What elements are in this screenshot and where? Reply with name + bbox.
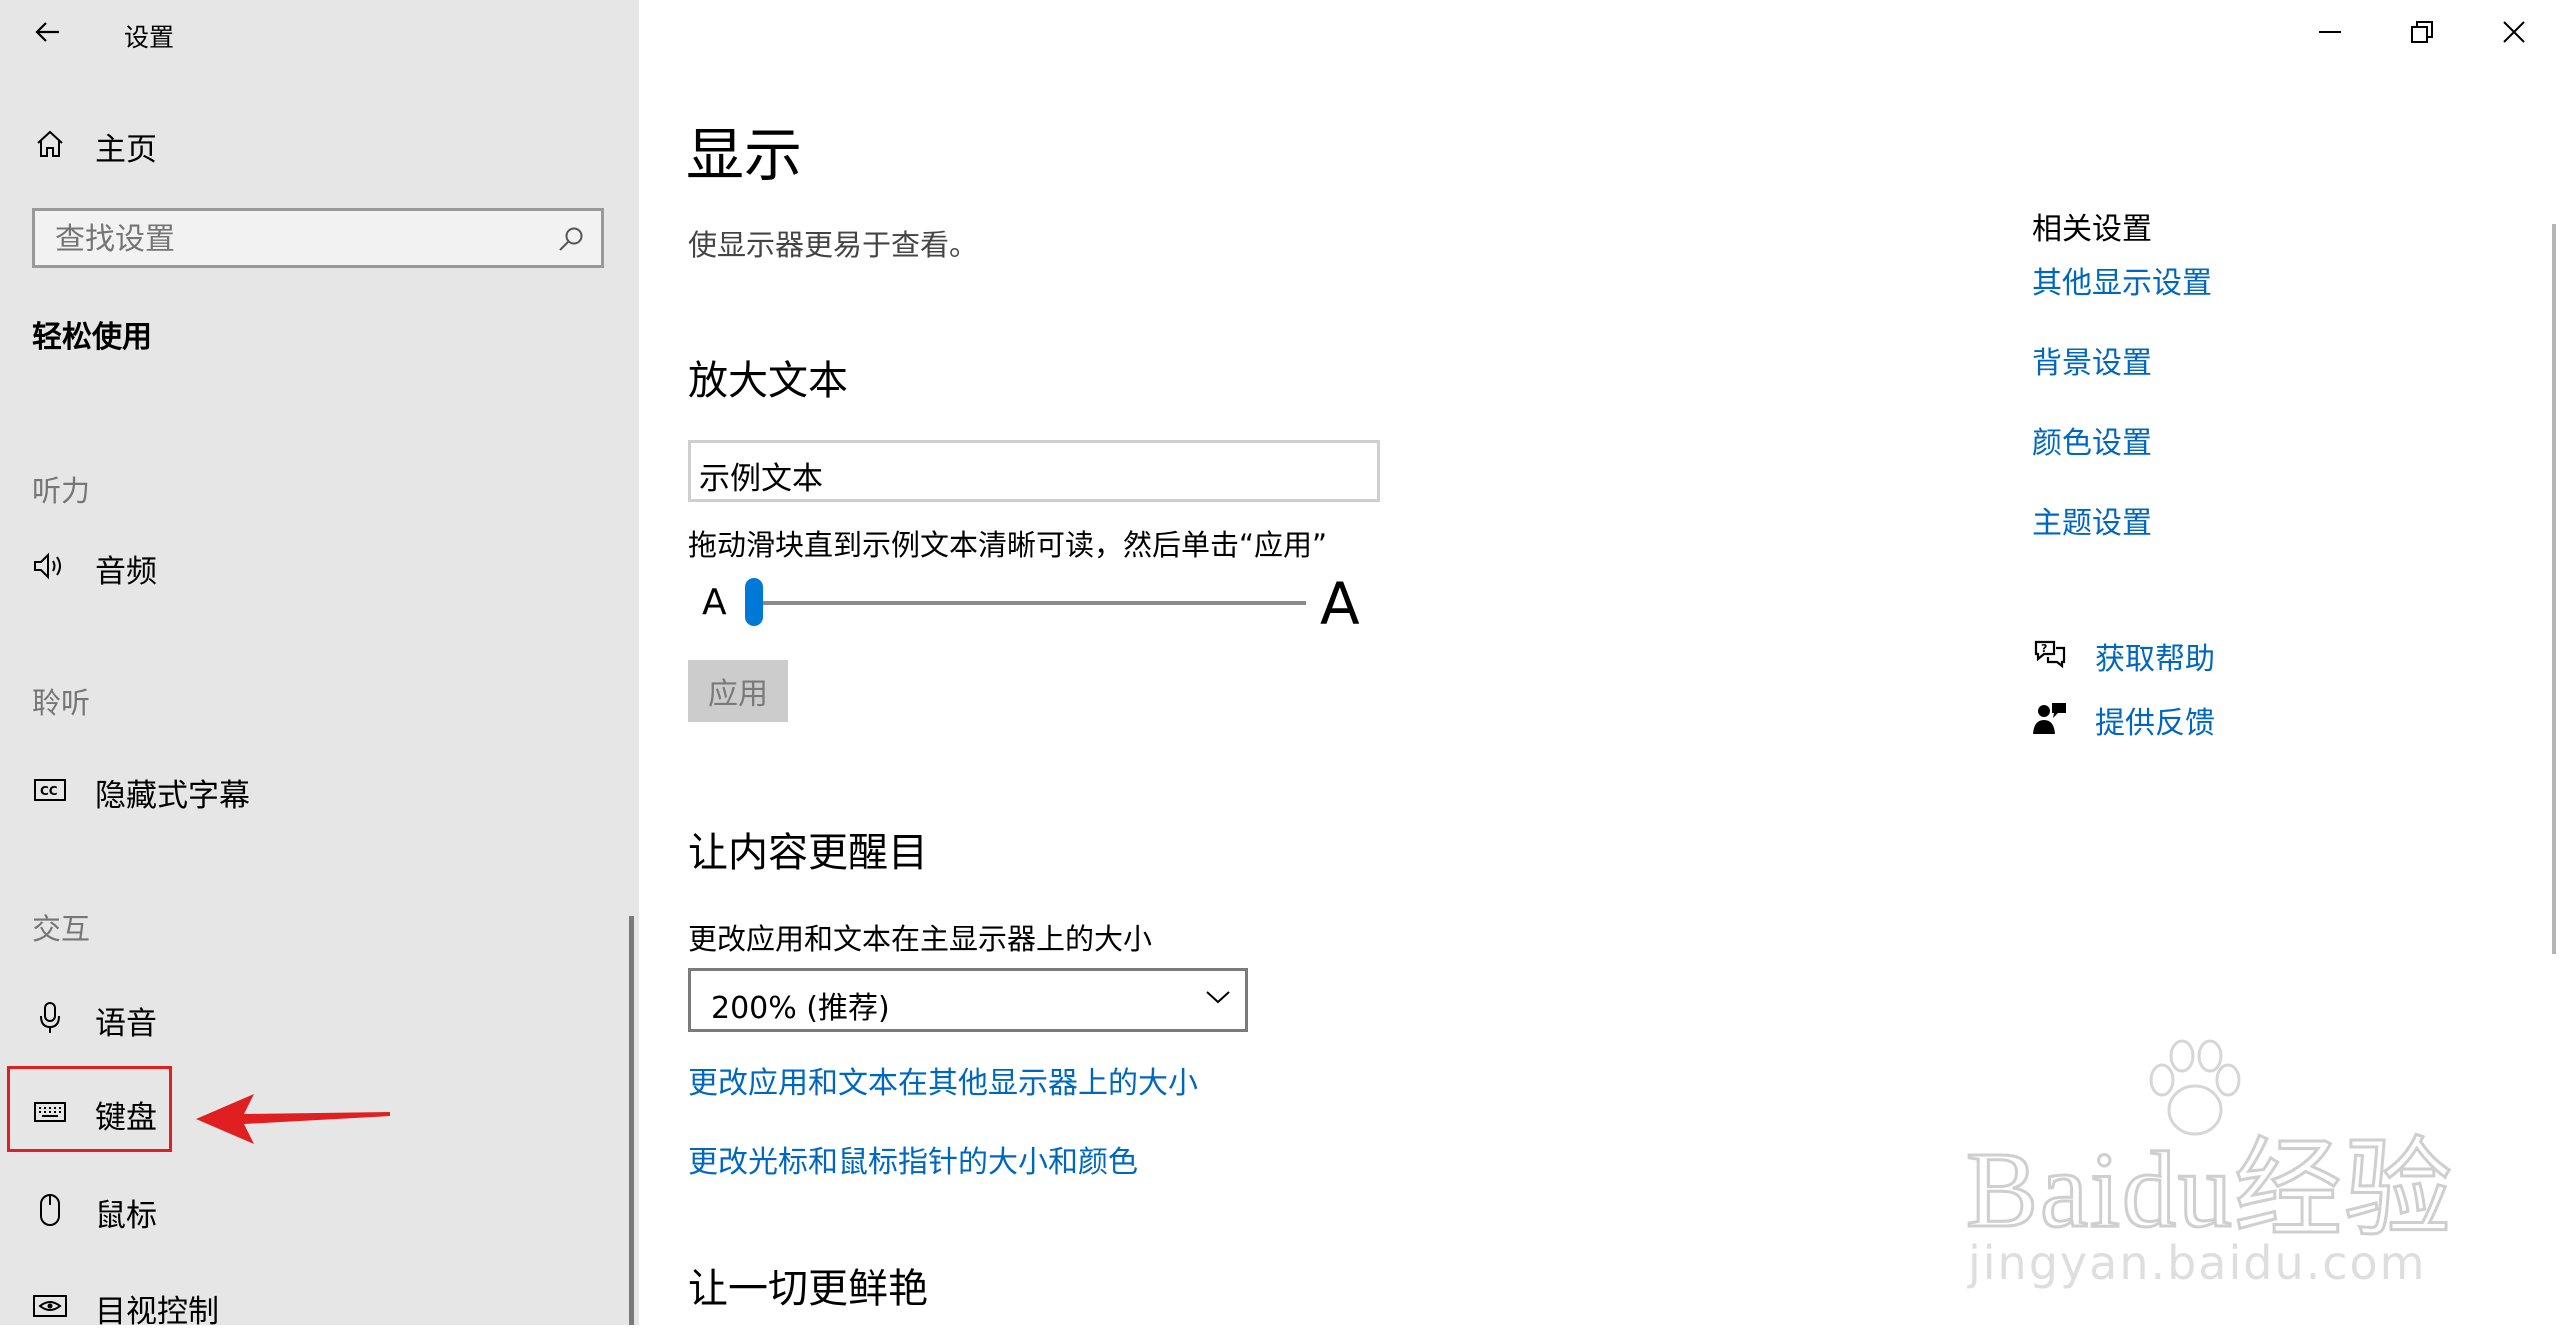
minimize-button[interactable] — [2284, 0, 2376, 64]
mouse-icon — [30, 1192, 70, 1228]
svg-text:CC: CC — [40, 784, 58, 798]
group-header-listening: 聆听 — [32, 686, 91, 720]
sidebar-item-label: 音频 — [95, 554, 157, 590]
back-button[interactable] — [26, 12, 70, 52]
scale-label: 更改应用和文本在主显示器上的大小 — [688, 922, 1153, 956]
search-icon[interactable] — [557, 225, 585, 253]
section-heading-brighter: 让一切更鲜艳 — [688, 1266, 928, 1312]
get-help-link[interactable]: ? 获取帮助 — [2032, 630, 2292, 680]
scale-dropdown-value: 200% (推荐) — [711, 991, 890, 1026]
paw-logo-icon — [2149, 1039, 2241, 1136]
watermark-brand: Baidu经验 — [1965, 1130, 2454, 1252]
feedback-label: 提供反馈 — [2095, 706, 2215, 741]
slider-thumb[interactable] — [745, 578, 763, 626]
close-button[interactable] — [2468, 0, 2560, 64]
watermark-url: jingyan.baidu.com — [1968, 1236, 2427, 1290]
chevron-down-icon — [1206, 991, 1230, 1004]
minimize-icon — [2319, 31, 2341, 33]
get-help-label: 获取帮助 — [2095, 642, 2215, 677]
sidebar-scrollbar[interactable] — [629, 916, 634, 1325]
microphone-icon — [30, 1000, 70, 1036]
sidebar-item-label: 鼠标 — [95, 1198, 157, 1234]
restore-button[interactable] — [2376, 0, 2468, 64]
link-other-display-settings[interactable]: 其他显示设置 — [2032, 258, 2212, 302]
text-size-slider[interactable] — [748, 601, 1306, 605]
sidebar-item-captions[interactable]: CC 隐藏式字幕 — [0, 754, 639, 826]
page-title: 显示 — [686, 121, 803, 189]
related-settings-heading: 相关设置 — [2032, 212, 2152, 247]
annotation-highlight-box — [7, 1066, 172, 1152]
slider-min-label: A — [702, 582, 727, 623]
group-header-hearing: 听力 — [32, 474, 91, 508]
feedback-link[interactable]: 提供反馈 — [2032, 694, 2292, 744]
back-arrow-icon — [35, 22, 59, 42]
sidebar-item-label: 主页 — [95, 132, 157, 168]
svg-text:?: ? — [2041, 642, 2047, 655]
sidebar-item-speech[interactable]: 语音 — [0, 982, 639, 1054]
eye-icon — [30, 1288, 70, 1324]
section-heading-make-bigger: 让内容更醒目 — [688, 830, 928, 876]
link-background-settings[interactable]: 背景设置 — [2032, 338, 2152, 382]
app-title: 设置 — [124, 23, 175, 52]
watermark: Baidu经验 jingyan.baidu.com — [1960, 1036, 2453, 1306]
scale-dropdown[interactable]: 200% (推荐) — [688, 968, 1248, 1032]
sidebar-item-label: 目视控制 — [95, 1294, 219, 1330]
link-cursor-size[interactable]: 更改光标和鼠标指针的大小和颜色 — [688, 1137, 1138, 1181]
title-bar-left: 设置 — [0, 0, 639, 64]
page-subtitle: 使显示器更易于查看。 — [688, 228, 979, 262]
apply-button[interactable]: 应用 — [688, 660, 788, 722]
section-heading-enlarge-text: 放大文本 — [688, 358, 848, 404]
sidebar-item-audio[interactable]: 音频 — [0, 530, 639, 602]
sample-text: 示例文本 — [699, 461, 823, 497]
sidebar-item-mouse[interactable]: 鼠标 — [0, 1174, 639, 1246]
search-field[interactable] — [32, 208, 604, 268]
close-icon — [2503, 21, 2525, 43]
sidebar-item-label: 语音 — [95, 1006, 157, 1042]
sample-text-box: 示例文本 — [688, 440, 1380, 502]
link-theme-settings[interactable]: 主题设置 — [2032, 498, 2152, 542]
sidebar-item-eye-control[interactable]: 目视控制 — [0, 1270, 639, 1342]
annotation-arrow-icon — [196, 1094, 390, 1144]
speaker-icon — [30, 548, 70, 584]
group-header-interaction: 交互 — [32, 912, 91, 946]
search-input[interactable] — [55, 219, 535, 259]
link-other-displays-size[interactable]: 更改应用和文本在其他显示器上的大小 — [688, 1058, 1198, 1102]
sidebar-item-home[interactable]: 主页 — [0, 108, 639, 180]
slider-instruction: 拖动滑块直到示例文本清晰可读，然后单击“应用” — [688, 528, 1328, 562]
home-icon — [30, 126, 70, 162]
main-scrollbar[interactable] — [2552, 224, 2556, 954]
link-color-settings[interactable]: 颜色设置 — [2032, 418, 2152, 462]
help-chat-icon: ? — [2034, 640, 2066, 669]
category-heading: 轻松使用 — [32, 320, 152, 355]
closed-caption-icon: CC — [30, 772, 70, 808]
restore-icon — [2411, 21, 2433, 43]
slider-max-label: A — [1320, 570, 1360, 638]
sidebar-item-label: 隐藏式字幕 — [95, 778, 250, 814]
feedback-person-icon — [2033, 703, 2066, 734]
